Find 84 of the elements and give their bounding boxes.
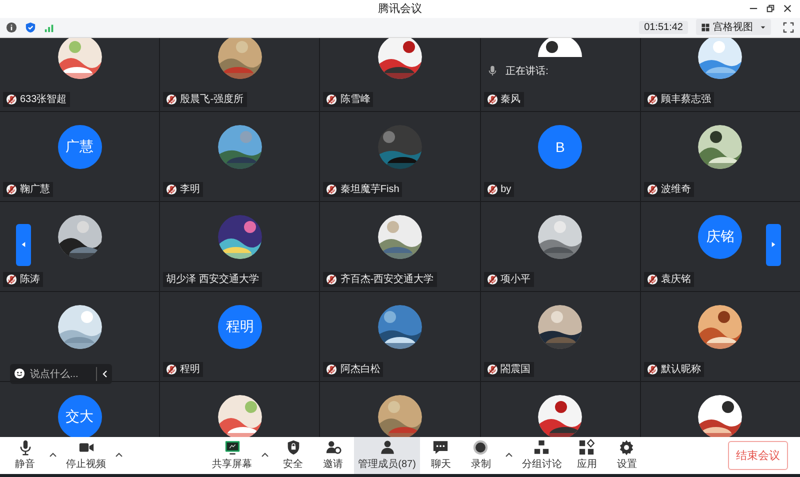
participant-name: 齐百杰-西安交通大学 <box>323 272 437 287</box>
toolbar-button[interactable]: 静音 <box>6 436 44 474</box>
toolbar-button[interactable]: 应用 <box>568 436 606 474</box>
fullscreen-icon[interactable] <box>783 22 794 33</box>
toolbar-button[interactable]: 安全 <box>274 436 312 474</box>
left-arrow-icon[interactable] <box>21 241 26 248</box>
avatar: B <box>538 124 582 169</box>
participant-name: by <box>484 182 514 197</box>
screen-share-icon[interactable] <box>224 439 241 456</box>
settings-icon[interactable] <box>618 439 636 456</box>
participant-name: 顾丰蔡志强 <box>644 92 714 107</box>
participant-name: 秦坦魔芋Fish <box>323 182 402 197</box>
toolbar-button[interactable]: 设置 <box>608 436 646 474</box>
microphone-icon[interactable] <box>486 65 498 76</box>
participant-name: 李明 <box>163 182 204 197</box>
muted-mic-icon[interactable] <box>326 364 338 375</box>
toolbar-button[interactable]: 聊天 <box>422 436 460 474</box>
window-title: 腾讯会议 <box>377 2 423 16</box>
record-icon[interactable] <box>472 439 490 456</box>
chat-bubble-icon[interactable] <box>432 439 450 456</box>
muted-mic-icon[interactable] <box>326 274 338 285</box>
restore-icon[interactable] <box>766 4 775 14</box>
avatar: 程明 <box>218 304 262 349</box>
participant-name: 项小平 <box>484 272 534 287</box>
muted-mic-icon[interactable] <box>486 364 498 375</box>
toolbar-button[interactable]: 共享屏幕 <box>208 436 256 474</box>
muted-mic-icon[interactable] <box>166 364 178 375</box>
muted-mic-icon[interactable] <box>486 94 498 105</box>
muted-mic-icon[interactable] <box>166 184 178 195</box>
muted-mic-icon[interactable] <box>646 274 658 285</box>
muted-mic-icon[interactable] <box>486 274 498 285</box>
muted-mic-icon[interactable] <box>646 364 658 375</box>
next-page-button[interactable] <box>766 224 781 266</box>
caret-icon[interactable] <box>49 452 57 458</box>
avatar: 广慧 <box>58 124 102 169</box>
toolbar-button[interactable]: 分组讨论 <box>518 436 566 474</box>
person-icon[interactable] <box>378 439 396 456</box>
muted-mic-icon[interactable] <box>6 94 17 105</box>
breakout-rooms-icon[interactable] <box>533 439 550 456</box>
participant-name: 程明 <box>163 362 204 377</box>
participant-name: 胡少泽 西安交通大学 <box>163 272 262 287</box>
speaking-label: 正在讲话: <box>506 64 548 78</box>
toolbar-button[interactable]: 管理成员(87) <box>354 436 420 474</box>
end-meeting-button[interactable]: 结束会议 <box>728 440 788 470</box>
toolbar-button[interactable]: 停止视频 <box>62 436 110 474</box>
toolbar-button[interactable]: 邀请 <box>314 436 352 474</box>
toolbar-button[interactable]: 录制 <box>462 436 500 474</box>
muted-mic-icon[interactable] <box>646 94 658 105</box>
info-icon[interactable] <box>6 22 17 33</box>
participant-name: 秦风 <box>484 92 524 107</box>
muted-mic-icon[interactable] <box>326 94 338 105</box>
participant-name: 閤震国 <box>484 362 534 377</box>
apps-grid-icon[interactable] <box>578 439 596 456</box>
caret-icon[interactable] <box>261 452 270 458</box>
muted-mic-icon[interactable] <box>486 184 498 195</box>
avatar: 庆铭 <box>698 214 742 259</box>
previous-page-button[interactable] <box>16 224 31 266</box>
muted-mic-icon[interactable] <box>646 184 658 195</box>
muted-mic-icon[interactable] <box>6 274 17 285</box>
caret-icon[interactable] <box>115 452 123 458</box>
participant-name: 袁庆铭 <box>644 272 694 287</box>
caret-icon[interactable] <box>760 24 766 30</box>
emoji-icon[interactable] <box>14 368 25 380</box>
chat-input[interactable]: 说点什么... <box>10 364 112 384</box>
participant-name: 鞠广慧 <box>3 182 53 197</box>
grid-icon[interactable] <box>701 22 710 32</box>
participant-name: 波维奇 <box>644 182 694 197</box>
right-arrow-icon[interactable] <box>771 241 776 248</box>
muted-mic-icon[interactable] <box>326 184 338 195</box>
collapse-icon[interactable] <box>102 370 108 378</box>
avatar: 交大 <box>58 394 102 437</box>
participant-name: 阿杰白松 <box>323 362 384 377</box>
participant-name: 陈涛 <box>3 272 43 287</box>
muted-mic-icon[interactable] <box>6 184 17 195</box>
participant-name: 默认昵称 <box>644 362 704 377</box>
caret-icon[interactable] <box>504 452 513 458</box>
close-icon[interactable] <box>783 4 792 14</box>
meeting-timer: 01:51:42 <box>639 20 688 34</box>
view-mode-button[interactable]: 宫格视图 <box>696 19 771 36</box>
participant-name: 殷晨飞-强度所 <box>163 92 247 107</box>
participant-name: 陈雪峰 <box>323 92 374 107</box>
person-add-icon[interactable] <box>324 439 342 456</box>
participant-name: 633张智超 <box>3 92 70 107</box>
muted-mic-icon[interactable] <box>166 94 178 105</box>
